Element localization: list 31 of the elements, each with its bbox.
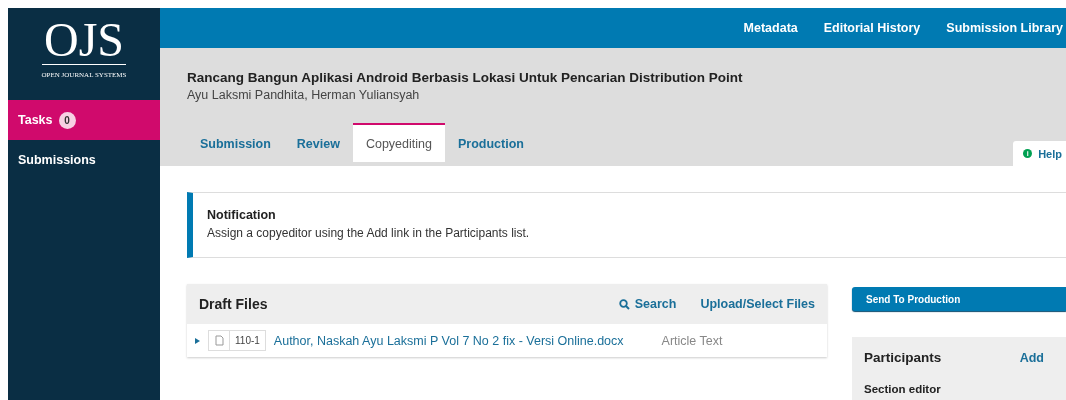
logo-mark: OJS <box>41 16 126 65</box>
nav-link[interactable]: Metadata <box>743 21 798 35</box>
expand-icon[interactable] <box>195 337 200 344</box>
sidebar-item[interactable]: Submissions <box>8 140 160 180</box>
toolbar-link[interactable]: Search <box>618 297 677 311</box>
toolbar-link[interactable]: Upload/Select Files <box>700 297 815 311</box>
submission-authors: Ayu Laksmi Pandhita, Herman Yuliansyah <box>187 88 421 102</box>
file-id-badge: 110-1 <box>208 330 266 351</box>
sidebar-item-label: Tasks <box>18 113 53 127</box>
file-genre: Article Text <box>661 333 723 348</box>
sidebar-item[interactable]: Tasks 0 <box>8 100 160 140</box>
notification-title: Notification <box>207 208 277 222</box>
send-to-production-button[interactable]: Send To Production <box>852 287 1066 311</box>
file-link[interactable]: Author, Naskah Ayu Laksmi P Vol 7 No 2 fix - Versi Online.docx <box>273 333 624 348</box>
add-link[interactable]: Add <box>1019 350 1054 365</box>
tab[interactable]: Submission <box>187 123 284 162</box>
help-label: Help <box>1038 147 1062 160</box>
submission-title: Rancang Bangun Aplikasi Android Berbasis Lokasi Untuk Pencarian Distribution Point <box>187 70 744 85</box>
document-icon <box>214 335 224 346</box>
participant-group-label: Section editor <box>864 383 942 395</box>
search-icon <box>618 298 630 310</box>
nav-link[interactable]: Editorial History <box>823 21 921 35</box>
sidebar-item-label: Submissions <box>18 153 96 167</box>
tab[interactable]: Production <box>444 123 537 162</box>
tab[interactable]: Copyediting <box>352 123 445 162</box>
panel-title: Draft Files <box>199 296 269 312</box>
notification-message: Assign a copyeditor using the Add link in the Participants list. <box>207 226 531 240</box>
nav-link[interactable]: Submission Library <box>946 21 1063 35</box>
tab[interactable]: Review <box>283 123 353 162</box>
count-badge: 0 <box>58 111 76 129</box>
panel-title: Participants <box>864 350 942 365</box>
